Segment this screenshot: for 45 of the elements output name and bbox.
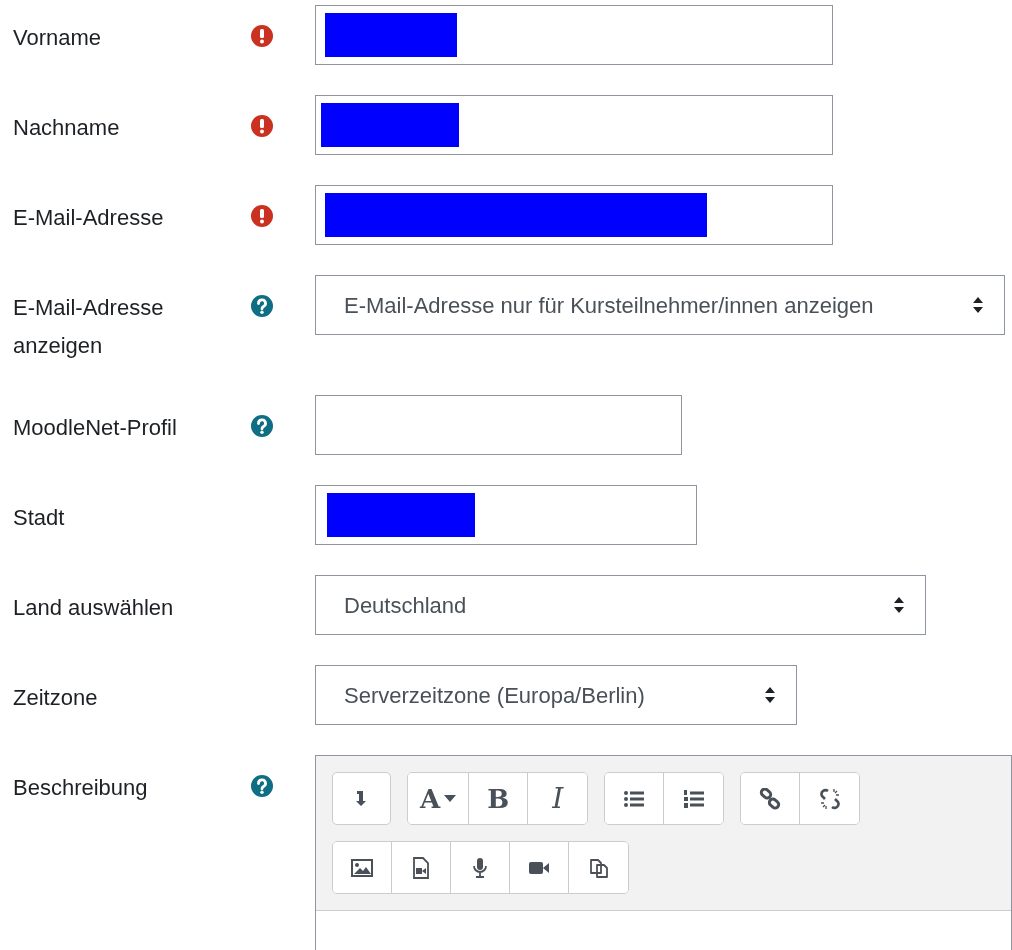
unlink-icon — [818, 787, 841, 810]
copy-icon — [587, 856, 610, 879]
select-dropdown[interactable]: Serverzeitzone (Europa/Berlin) — [315, 665, 797, 725]
text-field[interactable] — [315, 485, 697, 545]
caret-icon — [444, 794, 457, 803]
record-audio-button[interactable] — [451, 842, 510, 893]
down-arrow-icon — [356, 790, 367, 807]
file-video-icon — [410, 856, 432, 879]
italic-button[interactable]: I — [528, 773, 588, 824]
bold-button[interactable]: B — [469, 773, 529, 824]
field-label: E-Mail-Adresse anzeigen — [13, 294, 165, 360]
help-icon[interactable] — [250, 414, 274, 438]
help-icon[interactable] — [250, 294, 274, 318]
text-field[interactable] — [315, 185, 833, 245]
image-icon — [351, 856, 373, 879]
field-label: MoodleNet-Profil — [13, 414, 178, 442]
text-field[interactable] — [315, 5, 833, 65]
manage-files-button[interactable] — [569, 842, 628, 893]
font-style-button[interactable]: A — [408, 773, 470, 824]
expand-toolbar-button[interactable] — [332, 772, 391, 825]
field-label: Land auswählen — [13, 594, 175, 622]
link-icon — [759, 787, 782, 810]
text-editor[interactable]: A B I — [315, 755, 1012, 950]
field-label: Zeitzone — [13, 684, 99, 712]
field-label: E-Mail-Adresse — [13, 204, 165, 232]
text-field[interactable] — [315, 395, 682, 455]
unlink-button[interactable] — [800, 773, 860, 824]
sort-arrows-icon — [764, 686, 776, 704]
select-dropdown[interactable]: Deutschland — [315, 575, 926, 635]
text-field[interactable] — [315, 95, 833, 155]
select-dropdown[interactable]: E-Mail-Adresse nur für Kursteilnehmer/innen anzeigen — [315, 275, 1005, 335]
sort-arrows-icon — [893, 596, 905, 614]
numbered-list-icon — [682, 787, 705, 810]
bullet-list-button[interactable] — [605, 773, 665, 824]
numbered-list-button[interactable] — [664, 773, 724, 824]
field-label: Nachname — [13, 114, 121, 142]
field-label: Beschreibung — [13, 774, 149, 802]
field-label: Vorname — [13, 24, 103, 52]
field-label: Stadt — [13, 504, 66, 532]
record-video-button[interactable] — [510, 842, 569, 893]
insert-media-button[interactable] — [392, 842, 451, 893]
help-icon[interactable] — [250, 774, 274, 798]
insert-image-button[interactable] — [333, 842, 392, 893]
sort-arrows-icon — [972, 296, 984, 314]
link-button[interactable] — [741, 773, 801, 824]
